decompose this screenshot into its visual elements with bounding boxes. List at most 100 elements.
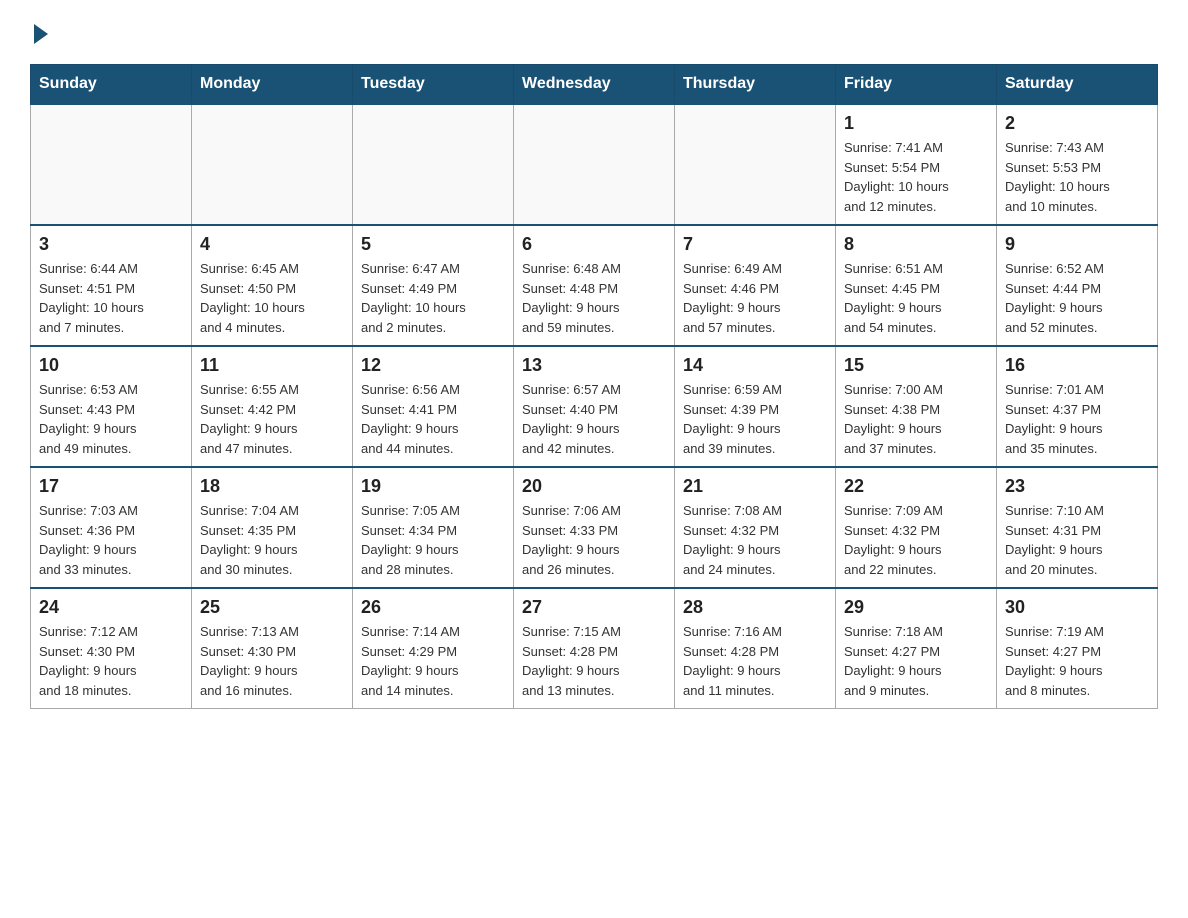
day-number: 14 xyxy=(683,355,827,376)
day-number: 18 xyxy=(200,476,344,497)
day-info: Sunrise: 7:01 AM Sunset: 4:37 PM Dayligh… xyxy=(1005,380,1149,458)
day-number: 27 xyxy=(522,597,666,618)
day-info: Sunrise: 7:18 AM Sunset: 4:27 PM Dayligh… xyxy=(844,622,988,700)
day-info: Sunrise: 7:00 AM Sunset: 4:38 PM Dayligh… xyxy=(844,380,988,458)
calendar-cell: 11 Sunrise: 6:55 AM Sunset: 4:42 PM Dayli… xyxy=(192,346,353,467)
calendar-cell: 6Sunrise: 6:48 AM Sunset: 4:48 PM Daylig… xyxy=(514,225,675,346)
calendar-cell xyxy=(31,104,192,225)
calendar-cell: 23 Sunrise: 7:10 AM Sunset: 4:31 PM Dayli… xyxy=(997,467,1158,588)
day-number: 28 xyxy=(683,597,827,618)
day-number: 16 xyxy=(1005,355,1149,376)
day-info: Sunrise: 7:43 AM Sunset: 5:53 PM Dayligh… xyxy=(1005,138,1149,216)
day-number: 13 xyxy=(522,355,666,376)
calendar-cell: 26Sunrise: 7:14 AM Sunset: 4:29 PM Dayli… xyxy=(353,588,514,709)
calendar-cell: 25 Sunrise: 7:13 AM Sunset: 4:30 PM Dayli… xyxy=(192,588,353,709)
day-info: Sunrise: 6:52 AM Sunset: 4:44 PM Dayligh… xyxy=(1005,259,1149,337)
calendar-table: SundayMondayTuesdayWednesdayThursdayFrid… xyxy=(30,64,1158,709)
logo xyxy=(30,20,48,44)
calendar-cell: 7 Sunrise: 6:49 AM Sunset: 4:46 PM Daylig… xyxy=(675,225,836,346)
calendar-cell: 10Sunrise: 6:53 AM Sunset: 4:43 PM Dayli… xyxy=(31,346,192,467)
day-info: Sunrise: 7:10 AM Sunset: 4:31 PM Dayligh… xyxy=(1005,501,1149,579)
calendar-cell: 28 Sunrise: 7:16 AM Sunset: 4:28 PM Dayli… xyxy=(675,588,836,709)
calendar-cell: 17 Sunrise: 7:03 AM Sunset: 4:36 PM Dayli… xyxy=(31,467,192,588)
day-number: 23 xyxy=(1005,476,1149,497)
day-info: Sunrise: 6:55 AM Sunset: 4:42 PM Dayligh… xyxy=(200,380,344,458)
day-number: 24 xyxy=(39,597,183,618)
calendar-cell: 4 Sunrise: 6:45 AM Sunset: 4:50 PM Daylig… xyxy=(192,225,353,346)
day-of-week-header: Monday xyxy=(192,65,353,105)
calendar-cell: 18 Sunrise: 7:04 AM Sunset: 4:35 PM Dayli… xyxy=(192,467,353,588)
day-number: 8 xyxy=(844,234,988,255)
calendar-cell: 1Sunrise: 7:41 AM Sunset: 5:54 PM Daylig… xyxy=(836,104,997,225)
day-number: 25 xyxy=(200,597,344,618)
day-info: Sunrise: 6:49 AM Sunset: 4:46 PM Dayligh… xyxy=(683,259,827,337)
day-number: 20 xyxy=(522,476,666,497)
day-info: Sunrise: 7:13 AM Sunset: 4:30 PM Dayligh… xyxy=(200,622,344,700)
day-number: 7 xyxy=(683,234,827,255)
calendar-cell: 21 Sunrise: 7:08 AM Sunset: 4:32 PM Dayli… xyxy=(675,467,836,588)
calendar-cell xyxy=(514,104,675,225)
calendar-cell: 5 Sunrise: 6:47 AM Sunset: 4:49 PM Daylig… xyxy=(353,225,514,346)
day-number: 29 xyxy=(844,597,988,618)
day-info: Sunrise: 7:19 AM Sunset: 4:27 PM Dayligh… xyxy=(1005,622,1149,700)
day-info: Sunrise: 6:47 AM Sunset: 4:49 PM Dayligh… xyxy=(361,259,505,337)
day-of-week-header: Saturday xyxy=(997,65,1158,105)
calendar-cell: 12 Sunrise: 6:56 AM Sunset: 4:41 PM Dayli… xyxy=(353,346,514,467)
calendar-cell: 29 Sunrise: 7:18 AM Sunset: 4:27 PM Dayli… xyxy=(836,588,997,709)
calendar-cell xyxy=(192,104,353,225)
day-of-week-header: Wednesday xyxy=(514,65,675,105)
day-info: Sunrise: 7:12 AM Sunset: 4:30 PM Dayligh… xyxy=(39,622,183,700)
calendar-header-row: SundayMondayTuesdayWednesdayThursdayFrid… xyxy=(31,65,1158,105)
day-info: Sunrise: 7:09 AM Sunset: 4:32 PM Dayligh… xyxy=(844,501,988,579)
day-info: Sunrise: 6:56 AM Sunset: 4:41 PM Dayligh… xyxy=(361,380,505,458)
calendar-cell: 13 Sunrise: 6:57 AM Sunset: 4:40 PM Dayli… xyxy=(514,346,675,467)
day-info: Sunrise: 7:15 AM Sunset: 4:28 PM Dayligh… xyxy=(522,622,666,700)
day-info: Sunrise: 6:45 AM Sunset: 4:50 PM Dayligh… xyxy=(200,259,344,337)
day-number: 10 xyxy=(39,355,183,376)
day-of-week-header: Tuesday xyxy=(353,65,514,105)
day-info: Sunrise: 7:05 AM Sunset: 4:34 PM Dayligh… xyxy=(361,501,505,579)
calendar-cell: 30 Sunrise: 7:19 AM Sunset: 4:27 PM Dayli… xyxy=(997,588,1158,709)
calendar-cell: 8 Sunrise: 6:51 AM Sunset: 4:45 PM Daylig… xyxy=(836,225,997,346)
day-number: 6 xyxy=(522,234,666,255)
day-number: 17 xyxy=(39,476,183,497)
day-info: Sunrise: 6:57 AM Sunset: 4:40 PM Dayligh… xyxy=(522,380,666,458)
calendar-cell: 15 Sunrise: 7:00 AM Sunset: 4:38 PM Dayli… xyxy=(836,346,997,467)
day-info: Sunrise: 7:16 AM Sunset: 4:28 PM Dayligh… xyxy=(683,622,827,700)
day-number: 4 xyxy=(200,234,344,255)
day-info: Sunrise: 7:03 AM Sunset: 4:36 PM Dayligh… xyxy=(39,501,183,579)
day-info: Sunrise: 7:08 AM Sunset: 4:32 PM Dayligh… xyxy=(683,501,827,579)
day-of-week-header: Thursday xyxy=(675,65,836,105)
calendar-cell: 27 Sunrise: 7:15 AM Sunset: 4:28 PM Dayli… xyxy=(514,588,675,709)
calendar-cell: 14Sunrise: 6:59 AM Sunset: 4:39 PM Dayli… xyxy=(675,346,836,467)
calendar-cell xyxy=(353,104,514,225)
calendar-week-row: 10Sunrise: 6:53 AM Sunset: 4:43 PM Dayli… xyxy=(31,346,1158,467)
day-info: Sunrise: 7:04 AM Sunset: 4:35 PM Dayligh… xyxy=(200,501,344,579)
logo-arrow-icon xyxy=(34,24,48,44)
calendar-cell: 9Sunrise: 6:52 AM Sunset: 4:44 PM Daylig… xyxy=(997,225,1158,346)
day-number: 21 xyxy=(683,476,827,497)
calendar-week-row: 17 Sunrise: 7:03 AM Sunset: 4:36 PM Dayli… xyxy=(31,467,1158,588)
day-number: 2 xyxy=(1005,113,1149,134)
calendar-week-row: 1Sunrise: 7:41 AM Sunset: 5:54 PM Daylig… xyxy=(31,104,1158,225)
day-number: 19 xyxy=(361,476,505,497)
day-number: 22 xyxy=(844,476,988,497)
calendar-cell: 20Sunrise: 7:06 AM Sunset: 4:33 PM Dayli… xyxy=(514,467,675,588)
day-number: 26 xyxy=(361,597,505,618)
calendar-cell: 19 Sunrise: 7:05 AM Sunset: 4:34 PM Dayli… xyxy=(353,467,514,588)
day-number: 15 xyxy=(844,355,988,376)
calendar-cell: 3 Sunrise: 6:44 AM Sunset: 4:51 PM Daylig… xyxy=(31,225,192,346)
day-number: 12 xyxy=(361,355,505,376)
day-of-week-header: Friday xyxy=(836,65,997,105)
calendar-cell: 22 Sunrise: 7:09 AM Sunset: 4:32 PM Dayli… xyxy=(836,467,997,588)
calendar-cell xyxy=(675,104,836,225)
calendar-week-row: 3 Sunrise: 6:44 AM Sunset: 4:51 PM Daylig… xyxy=(31,225,1158,346)
header xyxy=(30,20,1158,44)
day-info: Sunrise: 6:51 AM Sunset: 4:45 PM Dayligh… xyxy=(844,259,988,337)
day-number: 11 xyxy=(200,355,344,376)
day-number: 30 xyxy=(1005,597,1149,618)
calendar-cell: 16 Sunrise: 7:01 AM Sunset: 4:37 PM Dayli… xyxy=(997,346,1158,467)
day-number: 5 xyxy=(361,234,505,255)
day-number: 3 xyxy=(39,234,183,255)
day-info: Sunrise: 6:44 AM Sunset: 4:51 PM Dayligh… xyxy=(39,259,183,337)
